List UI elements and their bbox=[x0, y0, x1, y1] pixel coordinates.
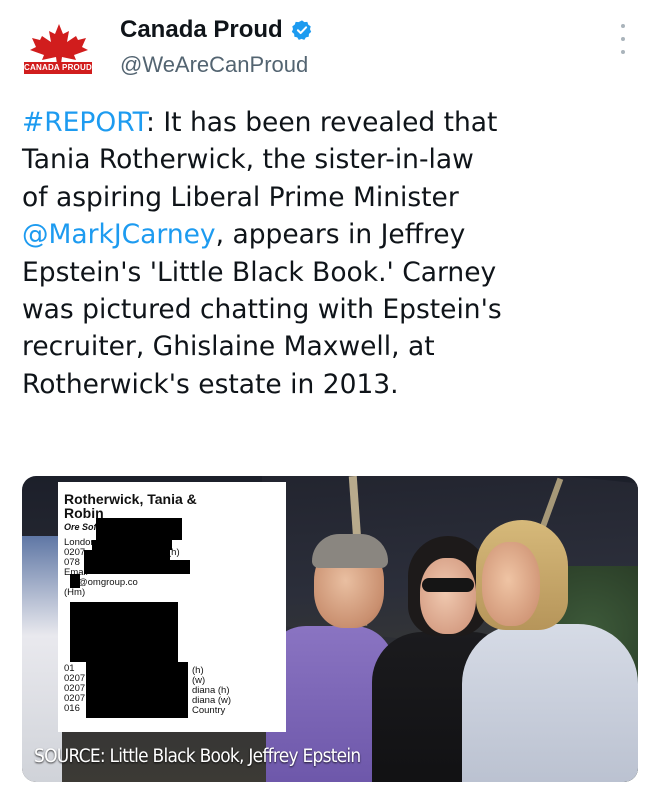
address-book-excerpt: Rotherwick, Tania &Robin Ore Software Lt… bbox=[58, 482, 286, 732]
tweet-line: @MarkJCarney, appears in Jeffrey bbox=[22, 219, 466, 251]
tweet-header: CANADA PROUD Canada Proud @WeAreCanProud bbox=[22, 16, 642, 86]
woman-face bbox=[420, 558, 476, 634]
tweet-line: was pictured chatting with Epstein's bbox=[22, 294, 502, 326]
doc-entry-name: Rotherwick, Tania & Robin bbox=[64, 491, 197, 521]
redaction-bar bbox=[84, 550, 170, 560]
name-row: Canada Proud bbox=[120, 16, 313, 44]
doc-text: 016 bbox=[64, 703, 80, 714]
doc-text: Country bbox=[192, 705, 226, 716]
redaction-bar bbox=[96, 518, 182, 540]
tweet-line: Epstein's 'Little Black Book.' Carney bbox=[22, 256, 497, 288]
redaction-bar bbox=[92, 540, 172, 550]
redaction-bar bbox=[84, 560, 190, 574]
tweet-line: #REPORT: It has been revealed that bbox=[22, 107, 498, 138]
tweet-text: #REPORT: It has been revealed that Tania… bbox=[22, 104, 642, 403]
redaction-bar bbox=[70, 574, 80, 588]
doc-text: (Hm) bbox=[64, 587, 86, 598]
avatar[interactable]: CANADA PROUD bbox=[22, 22, 96, 74]
doc-text: @omgroup.co bbox=[78, 577, 138, 588]
display-name[interactable]: Canada Proud bbox=[120, 16, 283, 44]
tweet-line: Rotherwick's estate in 2013. bbox=[22, 368, 399, 400]
tweet-line: recruiter, Ghislaine Maxwell, at bbox=[22, 331, 435, 363]
tweet-line: of aspiring Liberal Prime Minister bbox=[22, 181, 459, 213]
user-handle[interactable]: @WeAreCanProud bbox=[120, 52, 308, 78]
woman-face bbox=[482, 542, 540, 626]
tweet-media-image[interactable]: Rotherwick, Tania &Robin Ore Software Lt… bbox=[22, 476, 638, 782]
sunglasses bbox=[422, 578, 474, 592]
verified-badge-icon bbox=[291, 20, 311, 40]
logo-text: CANADA PROUD bbox=[24, 62, 92, 74]
image-caption: SOURCE: Little Black Book, Jeffrey Epste… bbox=[34, 746, 361, 767]
tweet-line: Tania Rotherwick, the sister-in-law bbox=[22, 144, 474, 176]
man-hair bbox=[312, 534, 388, 568]
redaction-bar bbox=[86, 662, 188, 718]
more-options-icon[interactable] bbox=[618, 24, 628, 54]
mention-link[interactable]: @MarkJCarney bbox=[22, 219, 216, 250]
maple-leaf-icon bbox=[30, 24, 88, 64]
redaction-bar bbox=[70, 602, 178, 662]
hashtag-link[interactable]: #REPORT bbox=[22, 107, 146, 138]
